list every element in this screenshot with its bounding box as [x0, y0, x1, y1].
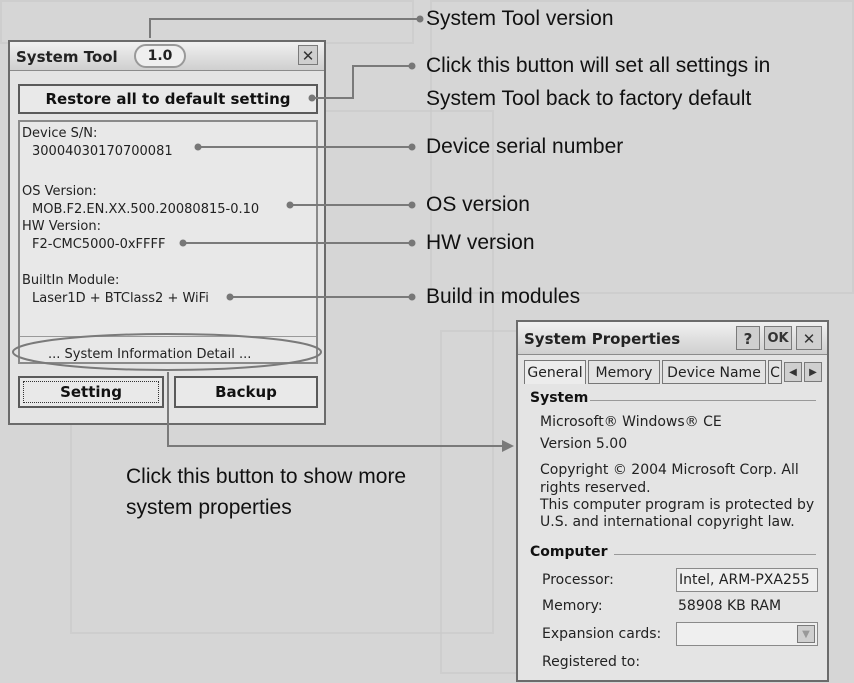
system-properties-titlebar: System Properties ? OK ✕	[518, 322, 827, 355]
callout-version: System Tool version	[426, 7, 614, 30]
connector-dot	[408, 143, 416, 151]
expansion-cards-select[interactable]: ▼	[676, 622, 818, 646]
os-version: Version 5.00	[540, 436, 628, 452]
detail-connector	[167, 372, 502, 447]
connector-dot	[408, 62, 416, 70]
registered-to-label: Registered to:	[542, 654, 641, 670]
processor-field: Intel, ARM-PXA255	[676, 568, 818, 592]
scroll-right-icon[interactable]: ▶	[804, 362, 822, 382]
computer-section-heading: Computer	[530, 544, 608, 560]
system-properties-title: System Properties	[524, 330, 681, 348]
tab-copyrights[interactable]: C	[768, 360, 782, 384]
close-icon[interactable]: ✕	[796, 326, 822, 350]
connector-dot	[308, 94, 316, 102]
section-divider	[590, 400, 816, 401]
os-name: Microsoft® Windows® CE	[540, 414, 722, 430]
scroll-left-icon[interactable]: ◀	[784, 362, 802, 382]
callout-detail-line2: system properties	[126, 496, 292, 519]
processor-value: Intel, ARM-PXA255	[679, 572, 810, 588]
tab-general[interactable]: General	[524, 360, 586, 384]
connector-dot	[226, 293, 234, 301]
connector-dot	[416, 15, 424, 23]
connector-dot	[408, 293, 416, 301]
copyright-line: This computer program is protected by	[540, 497, 815, 513]
connector-dot	[408, 201, 416, 209]
version-connector	[149, 18, 420, 38]
system-section-heading: System	[530, 390, 589, 406]
arrow-head-icon	[502, 440, 514, 452]
callout-os: OS version	[426, 193, 530, 216]
callout-serial: Device serial number	[426, 135, 624, 158]
tab-memory[interactable]: Memory	[588, 360, 660, 384]
connector-dot	[408, 239, 416, 247]
system-properties-window: System Properties ? OK ✕ General Memory …	[516, 320, 829, 682]
memory-value: 58908 KB RAM	[678, 598, 782, 614]
callout-detail-line1: Click this button to show more	[126, 465, 407, 488]
connector-dot	[179, 239, 187, 247]
expansion-cards-label: Expansion cards:	[542, 626, 662, 642]
copyright-line: Copyright © 2004 Microsoft Corp. All	[540, 462, 799, 478]
connector-dot	[194, 143, 202, 151]
connector-dot	[286, 201, 294, 209]
restore-connector	[312, 65, 412, 99]
tab-device-name[interactable]: Device Name	[662, 360, 766, 384]
ok-button[interactable]: OK	[764, 326, 792, 350]
dropdown-arrow-icon[interactable]: ▼	[797, 625, 815, 643]
help-icon[interactable]: ?	[736, 326, 760, 350]
detail-highlight-ellipse	[12, 333, 322, 371]
callout-hw: HW version	[426, 231, 535, 254]
callout-restore-line2: System Tool back to factory default	[426, 87, 752, 110]
processor-label: Processor:	[542, 572, 614, 588]
callout-modules: Build in modules	[426, 285, 581, 308]
section-divider	[614, 554, 816, 555]
copyright-line: rights reserved.	[540, 480, 651, 496]
memory-label: Memory:	[542, 598, 603, 614]
copyright-line: U.S. and international copyright law.	[540, 514, 795, 530]
callout-restore-line1: Click this button will set all settings …	[426, 54, 771, 77]
